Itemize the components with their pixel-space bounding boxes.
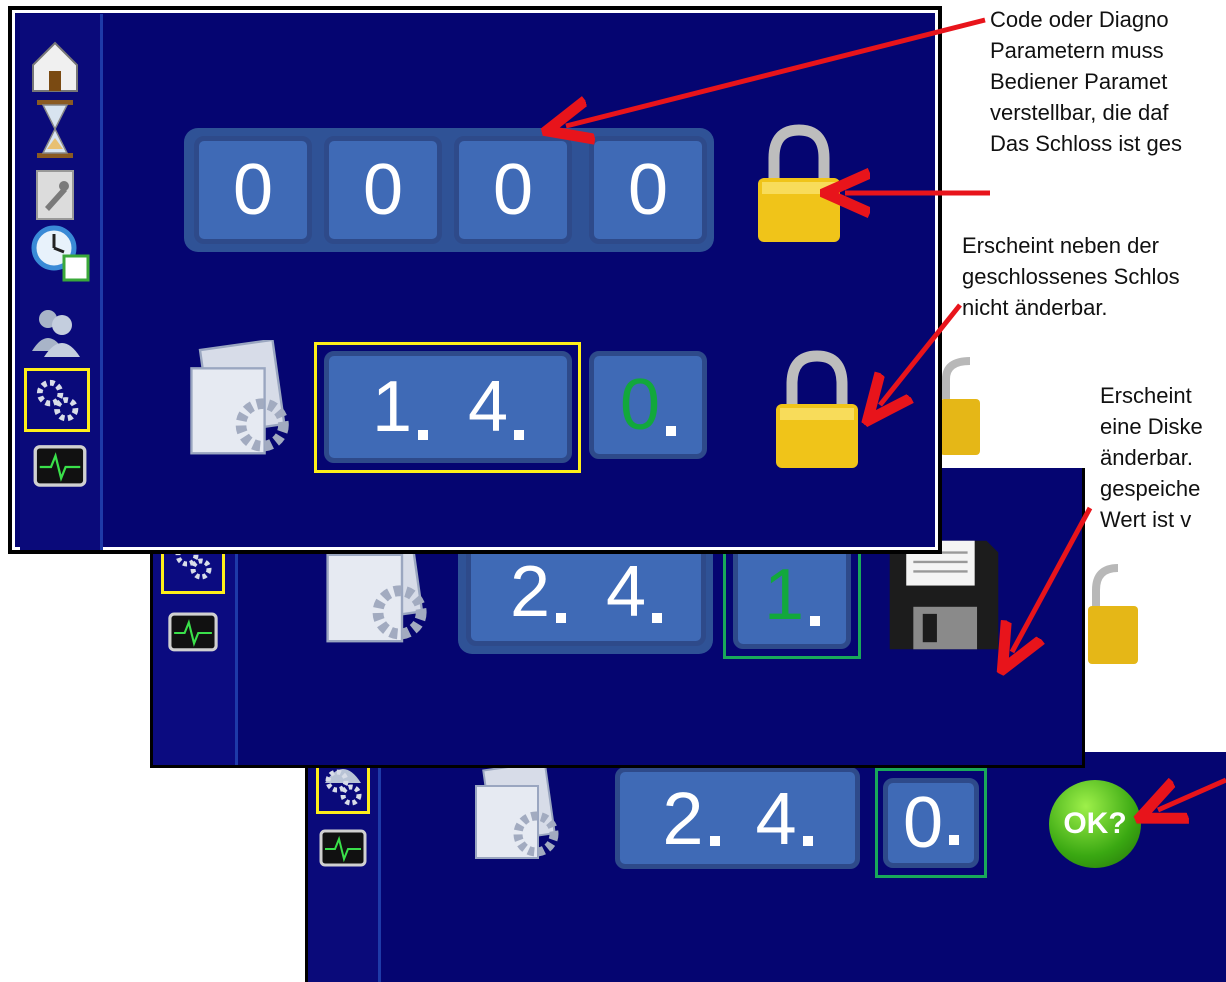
arrow-to-param-lock: [880, 303, 962, 405]
arrow-to-ok: [1158, 777, 1226, 810]
annotation-arrows: [0, 17, 1226, 971]
arrow-to-floppy: [1012, 506, 1093, 652]
arrow-to-code: [566, 17, 986, 126]
